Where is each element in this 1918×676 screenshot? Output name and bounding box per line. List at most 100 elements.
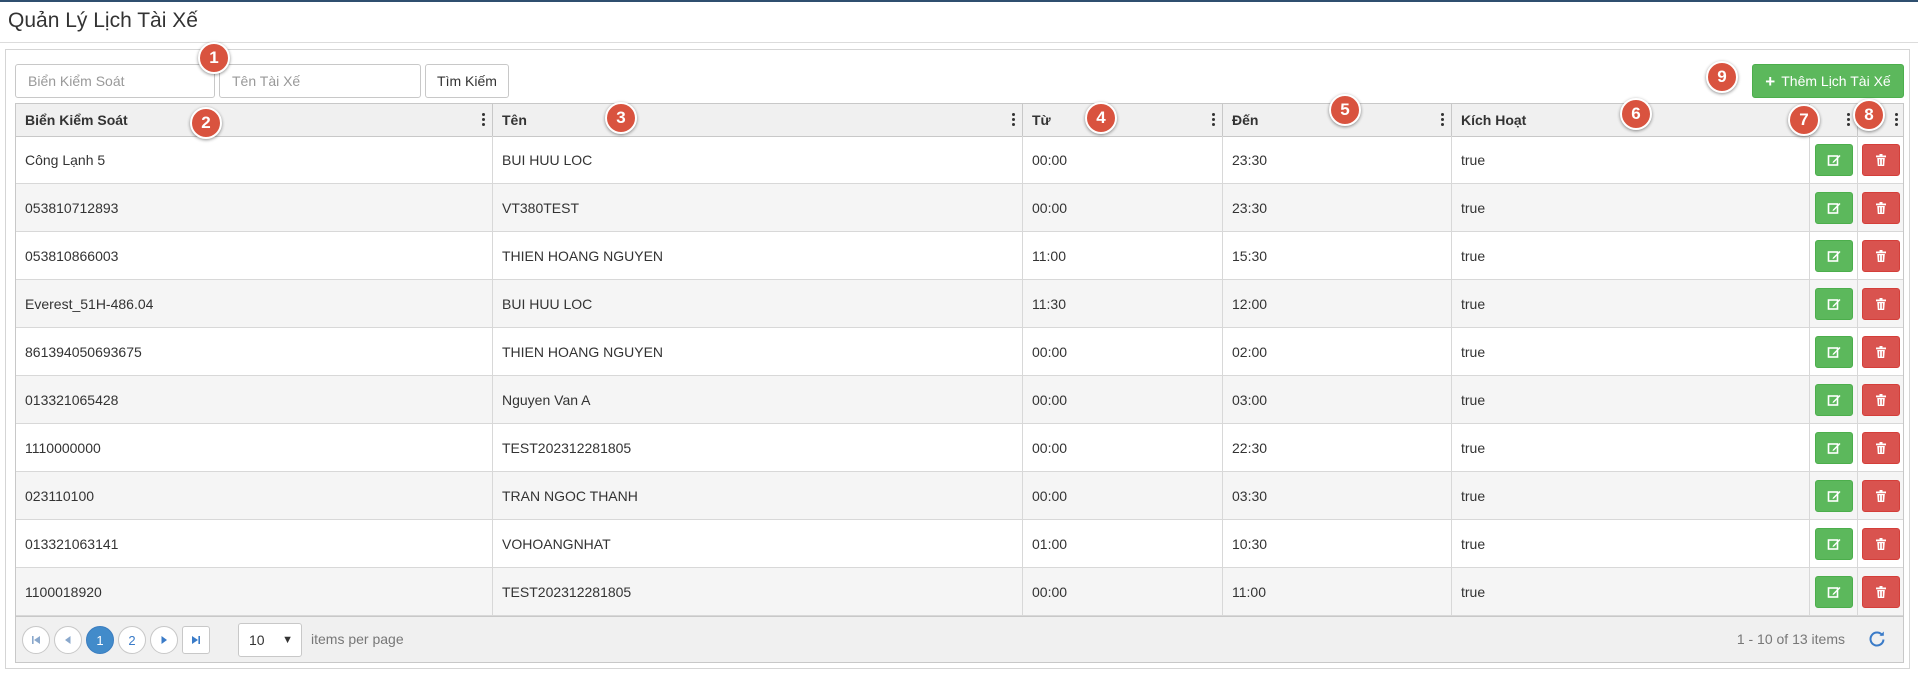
cell-delete bbox=[1858, 376, 1903, 424]
driver-name-search-input[interactable] bbox=[219, 64, 421, 98]
column-header-plate[interactable]: Biển Kiểm Soát bbox=[16, 104, 493, 136]
column-menu-icon[interactable] bbox=[1012, 113, 1016, 127]
table-row[interactable]: 023110100 TRAN NGOC THANH 00:00 03:30 true bbox=[16, 472, 1903, 520]
trash-icon bbox=[1874, 345, 1888, 359]
edit-button[interactable] bbox=[1815, 432, 1853, 464]
edit-button[interactable] bbox=[1815, 384, 1853, 416]
edit-button[interactable] bbox=[1815, 240, 1853, 272]
delete-button[interactable] bbox=[1862, 384, 1900, 416]
column-header-to-label: Đến bbox=[1232, 112, 1259, 128]
edit-icon bbox=[1827, 393, 1841, 407]
page-size-select[interactable]: 10 ▼ bbox=[238, 623, 302, 657]
edit-icon bbox=[1827, 153, 1841, 167]
add-driver-schedule-button[interactable]: + Thêm Lịch Tài Xế bbox=[1752, 64, 1904, 98]
column-menu-icon[interactable] bbox=[482, 113, 486, 127]
cell-edit bbox=[1810, 328, 1858, 376]
delete-button[interactable] bbox=[1862, 576, 1900, 608]
table-row[interactable]: Everest_51H-486.04 BUI HUU LOC 11:30 12:00 t… bbox=[16, 280, 1903, 328]
table-row[interactable]: 013321063141 VOHOANGNHAT 01:00 10:30 true bbox=[16, 520, 1903, 568]
pager-range-info: 1 - 10 of 13 items bbox=[1736, 631, 1845, 647]
table-row[interactable]: 861394050693675 THIEN HOANG NGUYEN 00:00 02… bbox=[16, 328, 1903, 376]
delete-button[interactable] bbox=[1862, 528, 1900, 560]
column-header-plate-label: Biển Kiểm Soát bbox=[25, 112, 128, 128]
edit-button[interactable] bbox=[1815, 528, 1853, 560]
column-menu-icon[interactable] bbox=[1212, 113, 1216, 127]
annotation-marker-8: 8 bbox=[1853, 99, 1885, 131]
edit-icon bbox=[1827, 345, 1841, 359]
annotation-marker-3: 3 bbox=[605, 102, 637, 134]
delete-button[interactable] bbox=[1862, 432, 1900, 464]
cell-to: 10:30 bbox=[1223, 520, 1452, 568]
cell-active: true bbox=[1452, 568, 1810, 616]
trash-icon bbox=[1874, 489, 1888, 503]
last-page-icon[interactable] bbox=[182, 626, 210, 654]
table-row[interactable]: Công Lạnh 5 BUI HUU LOC 00:00 23:30 true bbox=[16, 136, 1903, 184]
refresh-icon[interactable] bbox=[1867, 629, 1887, 649]
cell-edit bbox=[1810, 424, 1858, 472]
cell-delete bbox=[1858, 136, 1903, 184]
cell-edit bbox=[1810, 280, 1858, 328]
delete-button[interactable] bbox=[1862, 240, 1900, 272]
cell-from: 00:00 bbox=[1023, 136, 1223, 184]
delete-button[interactable] bbox=[1862, 192, 1900, 224]
cell-to: 11:00 bbox=[1223, 568, 1452, 616]
next-page-icon[interactable] bbox=[150, 626, 178, 654]
edit-button[interactable] bbox=[1815, 288, 1853, 320]
edit-button[interactable] bbox=[1815, 336, 1853, 368]
cell-name: THIEN HOANG NGUYEN bbox=[493, 328, 1023, 376]
column-menu-icon[interactable] bbox=[1847, 113, 1851, 127]
search-button[interactable]: Tìm Kiếm bbox=[425, 64, 509, 98]
trash-icon bbox=[1874, 393, 1888, 407]
edit-icon bbox=[1827, 441, 1841, 455]
annotation-marker-9: 9 bbox=[1706, 61, 1738, 93]
cell-to: 15:30 bbox=[1223, 232, 1452, 280]
edit-icon bbox=[1827, 489, 1841, 503]
column-header-from[interactable]: Từ bbox=[1023, 104, 1223, 136]
plate-search-input[interactable] bbox=[15, 64, 215, 98]
cell-from: 00:00 bbox=[1023, 424, 1223, 472]
delete-button[interactable] bbox=[1862, 288, 1900, 320]
table-row[interactable]: 053810712893 VT380TEST 00:00 23:30 true bbox=[16, 184, 1903, 232]
annotation-marker-2: 2 bbox=[190, 107, 222, 139]
page-2-button[interactable]: 2 bbox=[118, 626, 146, 654]
cell-plate: 023110100 bbox=[16, 472, 493, 520]
edit-button[interactable] bbox=[1815, 576, 1853, 608]
previous-page-icon[interactable] bbox=[54, 626, 82, 654]
edit-button[interactable] bbox=[1815, 192, 1853, 224]
table-row[interactable]: 013321065428 Nguyen Van A 00:00 03:00 true bbox=[16, 376, 1903, 424]
cell-name: THIEN HOANG NGUYEN bbox=[493, 232, 1023, 280]
table-row[interactable]: 053810866003 THIEN HOANG NGUYEN 11:00 15:30… bbox=[16, 232, 1903, 280]
column-menu-icon[interactable] bbox=[1441, 113, 1445, 127]
table-row[interactable]: 1100018920 TEST202312281805 00:00 11:00 true bbox=[16, 568, 1903, 616]
cell-edit bbox=[1810, 136, 1858, 184]
delete-button[interactable] bbox=[1862, 480, 1900, 512]
page-title: Quản Lý Lịch Tài Xế bbox=[8, 9, 198, 32]
trash-icon bbox=[1874, 585, 1888, 599]
cell-plate: 053810712893 bbox=[16, 184, 493, 232]
cell-to: 03:00 bbox=[1223, 376, 1452, 424]
edit-icon bbox=[1827, 297, 1841, 311]
page-1-button[interactable]: 1 bbox=[86, 626, 114, 654]
trash-icon bbox=[1874, 441, 1888, 455]
cell-active: true bbox=[1452, 184, 1810, 232]
table-row[interactable]: 1110000000 TEST202312281805 00:00 22:30 true bbox=[16, 424, 1903, 472]
cell-edit bbox=[1810, 232, 1858, 280]
cell-edit bbox=[1810, 472, 1858, 520]
first-page-icon[interactable] bbox=[22, 626, 50, 654]
edit-button[interactable] bbox=[1815, 480, 1853, 512]
cell-name: BUI HUU LOC bbox=[493, 136, 1023, 184]
column-header-name[interactable]: Tên bbox=[493, 104, 1023, 136]
delete-button[interactable] bbox=[1862, 144, 1900, 176]
top-border bbox=[0, 0, 1918, 2]
cell-active: true bbox=[1452, 376, 1810, 424]
column-menu-icon[interactable] bbox=[1895, 113, 1899, 127]
edit-button[interactable] bbox=[1815, 144, 1853, 176]
cell-plate: 053810866003 bbox=[16, 232, 493, 280]
cell-from: 00:00 bbox=[1023, 472, 1223, 520]
cell-from: 01:00 bbox=[1023, 520, 1223, 568]
cell-plate: 861394050693675 bbox=[16, 328, 493, 376]
cell-active: true bbox=[1452, 232, 1810, 280]
delete-button[interactable] bbox=[1862, 336, 1900, 368]
annotation-marker-1: 1 bbox=[198, 42, 230, 74]
cell-delete bbox=[1858, 568, 1903, 616]
